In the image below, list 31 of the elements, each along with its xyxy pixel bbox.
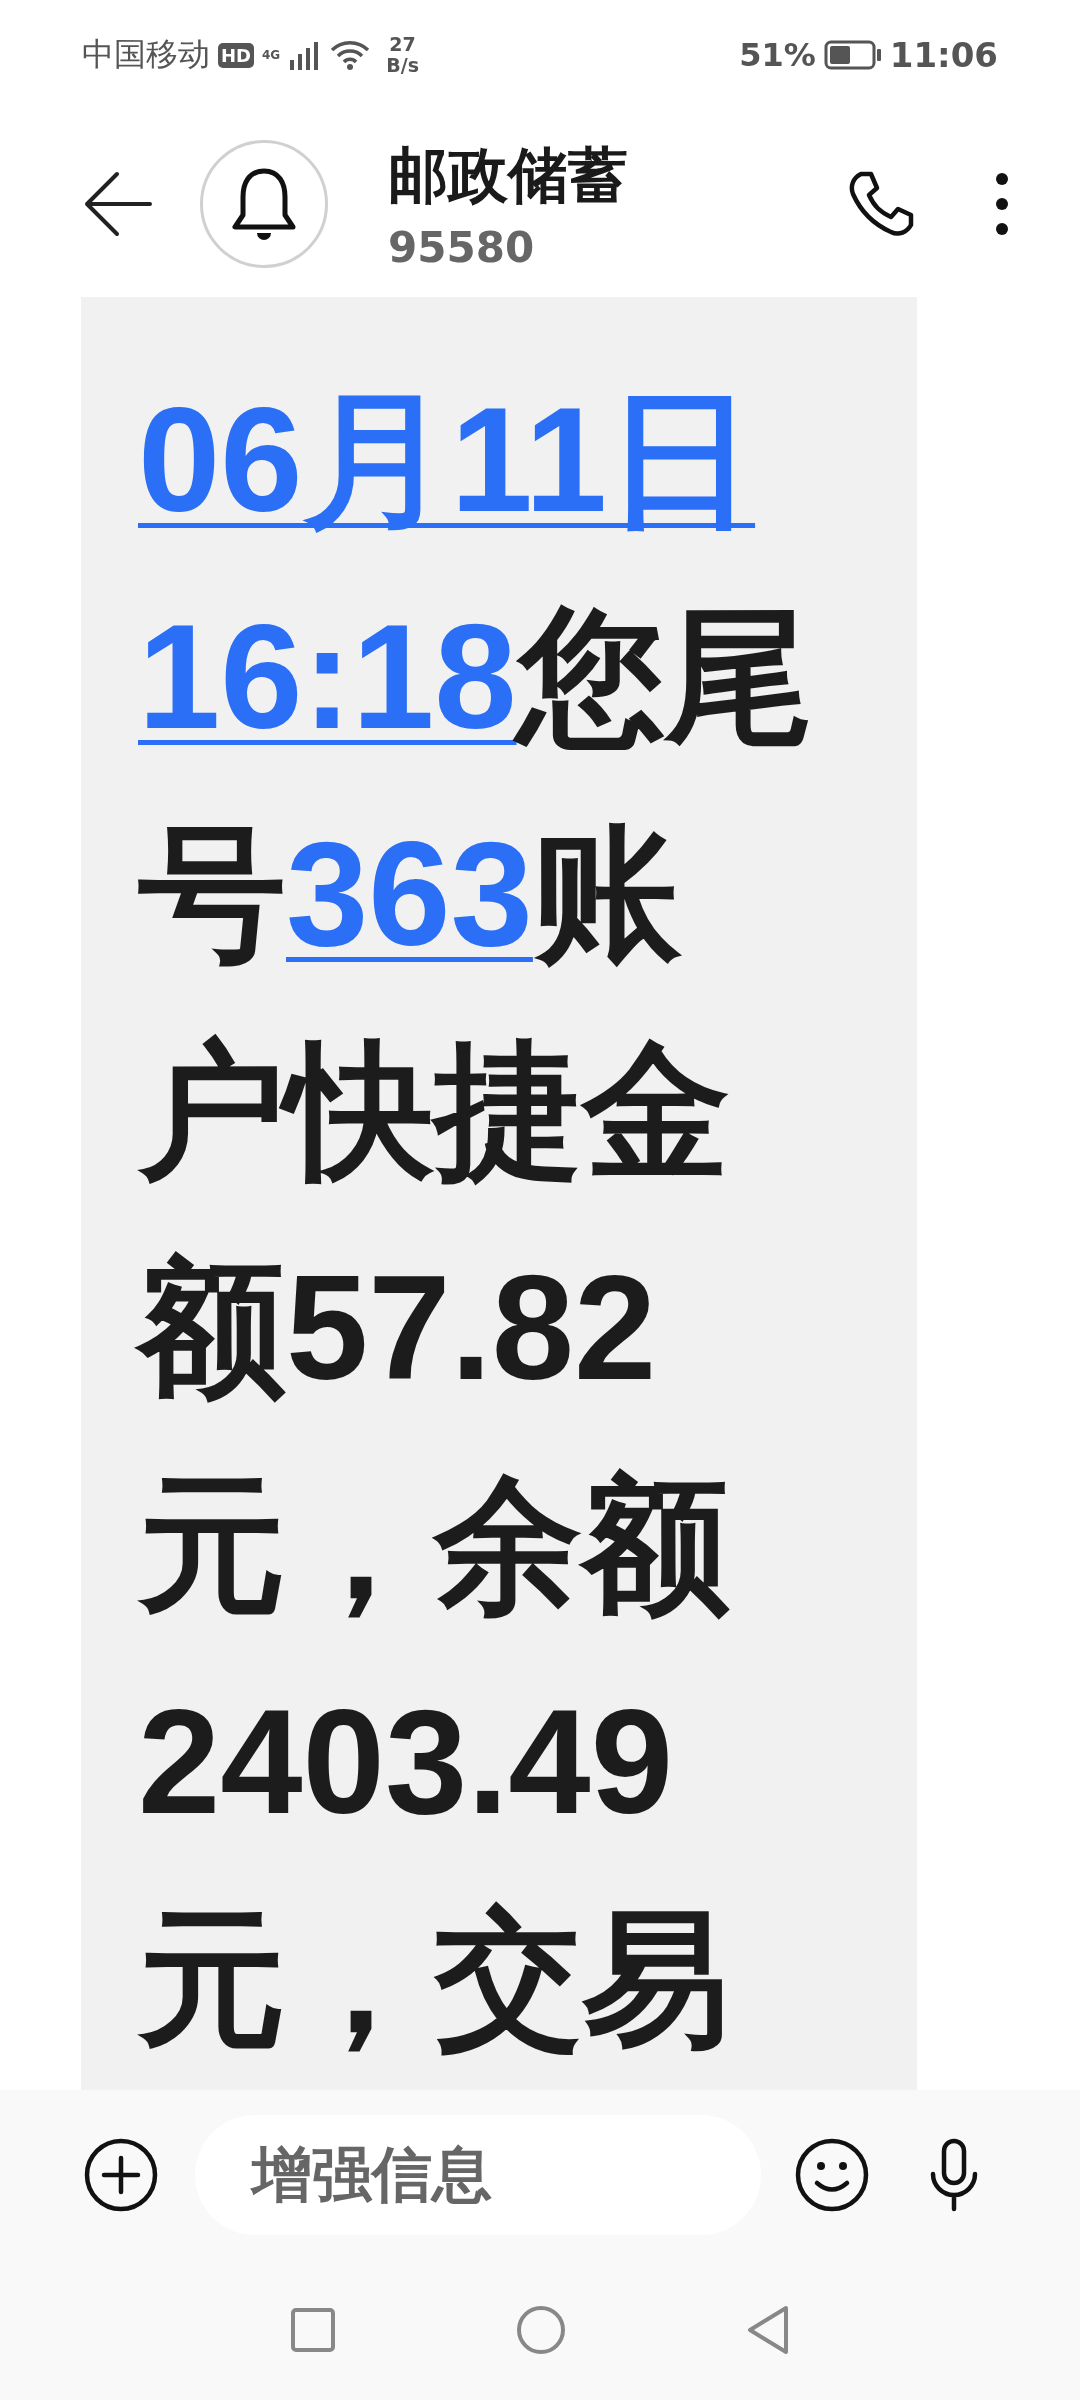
message-link[interactable]: 363 (286, 801, 533, 986)
battery-icon (823, 40, 882, 70)
network-type: 4G (262, 48, 281, 62)
back-icon[interactable] (84, 170, 152, 237)
recents-icon[interactable] (290, 2307, 336, 2353)
message-link[interactable]: 06月11日 (138, 367, 756, 552)
bell-icon (231, 166, 297, 241)
message-text: 元，余额 (138, 1461, 730, 1629)
hd-badge: HD (218, 42, 254, 68)
message-text: 2403.49 (138, 1678, 673, 1846)
carrier-name: 中国移动 (82, 34, 210, 75)
clock-time: 11:06 (889, 35, 998, 75)
message-input[interactable]: 增强信息 (195, 2115, 761, 2235)
speed-unit: B/s (386, 55, 419, 76)
phone-icon[interactable] (847, 169, 915, 238)
speed-value: 27 (389, 34, 416, 55)
message-text: 元，交易 (138, 1895, 730, 2063)
message-text: 号 (138, 810, 286, 978)
more-icon[interactable] (995, 171, 1009, 236)
contact-avatar[interactable] (200, 139, 328, 268)
message-text: 账 (532, 810, 681, 978)
emoji-icon[interactable] (795, 2138, 869, 2212)
message-text: 户快捷金 (138, 1027, 730, 1195)
contact-number: 95580 (388, 222, 536, 272)
microphone-icon[interactable] (929, 2138, 979, 2212)
contact-name: 邮政储蓄 (388, 138, 629, 212)
battery-percent: 51% (739, 36, 816, 74)
back-nav-icon[interactable] (746, 2305, 790, 2355)
wifi-icon (330, 40, 371, 70)
add-icon[interactable] (84, 2138, 158, 2212)
home-icon[interactable] (516, 2305, 566, 2355)
